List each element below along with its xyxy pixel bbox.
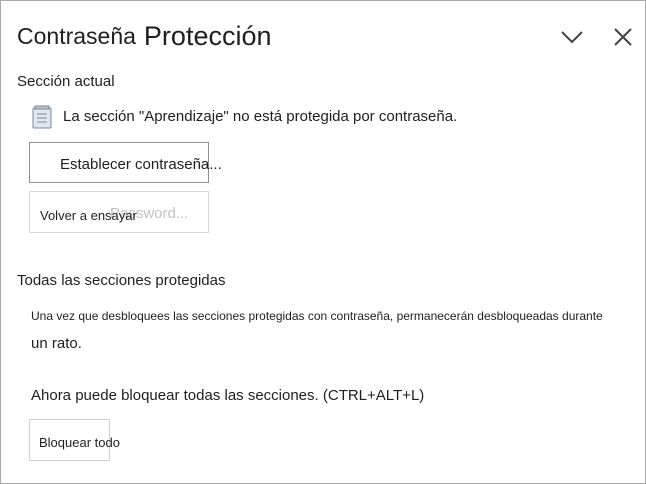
- collapse-pane-button[interactable]: [558, 23, 586, 51]
- all-protected-description-line1: Una vez que desbloquees las secciones pr…: [31, 309, 603, 323]
- password-protection-pane: Contraseña Protección Sección actual La …: [0, 0, 646, 484]
- all-protected-title: Todas las secciones protegidas: [17, 272, 226, 289]
- pane-title: Contraseña Protección: [17, 17, 272, 53]
- section-status-text: La sección "Aprendizaje" no está protegi…: [63, 108, 458, 125]
- lock-all-label: Bloquear todo: [39, 435, 120, 450]
- notebook-section-icon: [31, 105, 53, 129]
- retry-label: Volver a ensayar: [40, 208, 137, 223]
- close-icon: [614, 28, 632, 46]
- pane-title-part2: Protección: [143, 19, 272, 53]
- set-password-label: Establecer contraseña...: [60, 156, 222, 173]
- close-pane-button[interactable]: [609, 23, 637, 51]
- retry-button[interactable]: Password... Volver a ensayar: [29, 191, 209, 233]
- section-status-row: La sección "Aprendizaje" no está protegi…: [31, 105, 457, 129]
- lock-info-text: Ahora puede bloquear todas las secciones…: [31, 387, 425, 404]
- pane-title-part1: Contraseña: [17, 19, 144, 53]
- set-password-button[interactable]: Establecer contraseña...: [29, 142, 222, 183]
- current-section-label: Sección actual: [17, 73, 115, 90]
- all-protected-description-line2: un rato.: [31, 335, 82, 352]
- lock-all-button[interactable]: Bloquear todo: [29, 419, 120, 461]
- chevron-down-icon: [561, 31, 583, 44]
